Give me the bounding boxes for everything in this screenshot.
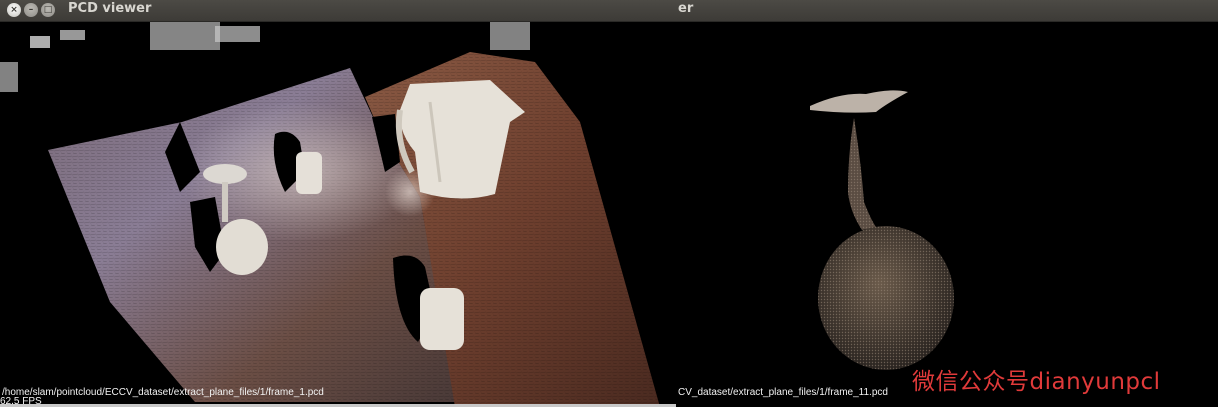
- file-path-label: /home/slam/pointcloud/ECCV_dataset/extra…: [2, 387, 324, 398]
- pcd-viewer-window-left: × – □ PCD viewer /home/slam/pointcloud/E…: [0, 0, 676, 407]
- mug: [420, 288, 464, 350]
- point-cloud-render: [810, 90, 954, 370]
- point-cloud-render[interactable]: [0, 22, 676, 407]
- minimize-icon[interactable]: –: [24, 3, 38, 17]
- small-cup: [296, 152, 322, 194]
- point-cloud-viewport[interactable]: [0, 22, 676, 407]
- title-bar[interactable]: × – □ PCD viewer: [0, 0, 676, 22]
- close-icon[interactable]: ×: [7, 3, 21, 17]
- pcd-viewer-window-right: er CV_dataset/extract_plane_files/1/fram…: [676, 0, 1218, 407]
- window-title: PCD viewer: [68, 1, 152, 16]
- watermark: 微信公众号dianyunpcl: [912, 369, 1161, 395]
- window-title: er: [678, 1, 694, 16]
- title-bar[interactable]: er: [676, 0, 1218, 22]
- file-path-label: CV_dataset/extract_plane_files/1/frame_1…: [678, 387, 888, 398]
- point-cloud-viewport[interactable]: [676, 22, 1218, 407]
- maximize-icon[interactable]: □: [41, 3, 55, 17]
- extracted-object-cloud: [810, 90, 954, 370]
